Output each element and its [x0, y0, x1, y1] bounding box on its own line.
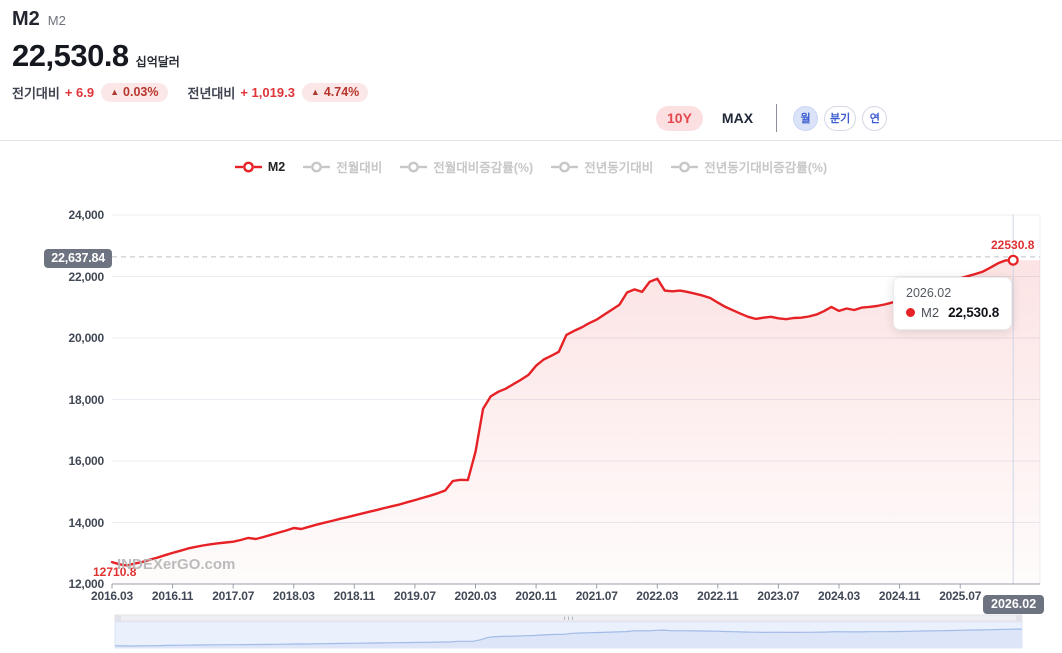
x-axis-current-badge: 2026.02: [983, 595, 1045, 614]
m2-chart-page: { "header": { "title": "M2", "subtitle":…: [0, 0, 1062, 653]
tooltip-series-name: M2: [921, 305, 940, 320]
series-dot-icon: [906, 308, 915, 317]
x-axis-label: 2017.07: [212, 589, 255, 603]
tooltip-value: 22,530.8: [948, 305, 1000, 320]
x-axis-label: 2024.11: [878, 589, 921, 603]
x-axis-label: 2021.07: [575, 589, 618, 603]
tooltip-row: M2 22,530.8: [906, 305, 999, 320]
y-axis-label: 16,000: [68, 454, 104, 468]
x-axis-label: 2020.11: [515, 589, 557, 603]
y-axis-label: 24,000: [68, 208, 104, 222]
scrollbar-left-cap: [115, 615, 121, 621]
tooltip: 2026.02 M2 22,530.8: [893, 277, 1013, 330]
last-point-label: 22530.8: [991, 238, 1035, 252]
x-axis-label: 2016.11: [151, 589, 194, 603]
scrollbar-right-cap: [1016, 615, 1022, 621]
x-axis-label: 2019.07: [393, 589, 436, 603]
x-axis-label: 2022.03: [636, 589, 679, 603]
x-axis-label: 2016.03: [91, 589, 133, 603]
tooltip-date: 2026.02: [906, 286, 952, 300]
y-axis-label: 20,000: [68, 331, 104, 345]
last-point-marker: [1007, 254, 1019, 266]
x-axis-label: 2020.03: [454, 589, 497, 603]
x-axis-label: 2023.07: [757, 589, 800, 603]
watermark: INDEXerGO.com: [117, 556, 236, 573]
y-axis-current-badge: 22,637.84: [44, 249, 112, 268]
x-axis-label: 2018.03: [272, 589, 315, 603]
chart-area: 12,000 14,000 16,000 18,000 20,000 22,000 24,0…: [0, 0, 1062, 653]
y-axis-label: 14,000: [68, 515, 104, 530]
x-axis-label: 2024.03: [818, 589, 860, 603]
x-axis-label: 2022.11: [697, 589, 739, 603]
y-axis-label: 18,000: [68, 392, 104, 407]
y-axis-label: 22,000: [68, 269, 104, 284]
x-axis-label: 2018.11: [333, 589, 376, 603]
